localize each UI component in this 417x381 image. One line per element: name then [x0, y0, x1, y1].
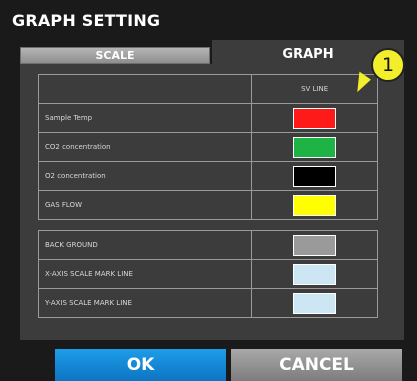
- row-label-background: BACK GROUND: [37, 230, 253, 260]
- color-swatch-background[interactable]: [293, 234, 337, 256]
- color-swatch-sample-temp[interactable]: [293, 107, 337, 129]
- graph-setting-dialog: GRAPH SETTING SCALE GRAPH SV LINE Sample…: [0, 0, 417, 381]
- line-color-table: SV LINE Sample Temp CO2 concentration O2…: [37, 74, 378, 220]
- ok-button[interactable]: OK: [55, 349, 226, 381]
- dialog-title: GRAPH SETTING: [12, 11, 161, 30]
- color-swatch-x-axis-scale-mark-line[interactable]: [293, 263, 337, 285]
- table-row: CO2 concentration: [37, 132, 378, 162]
- table-row: Sample Temp: [37, 103, 378, 133]
- table-row: O2 concentration: [37, 161, 378, 191]
- table-row: Y-AXIS SCALE MARK LINE: [37, 288, 378, 318]
- color-swatch-y-axis-scale-mark-line[interactable]: [293, 292, 337, 314]
- callout-marker: 1: [371, 48, 405, 82]
- tab-scale[interactable]: SCALE: [20, 47, 210, 64]
- color-swatch-o2-concentration[interactable]: [293, 165, 337, 187]
- table-header-row: SV LINE: [37, 74, 378, 104]
- table-row: BACK GROUND: [37, 230, 378, 260]
- color-swatch-gas-flow[interactable]: [293, 194, 337, 216]
- table-row: GAS FLOW: [37, 190, 378, 220]
- row-label-x-axis-scale-mark-line: X-AXIS SCALE MARK LINE: [37, 259, 253, 289]
- row-label-o2-concentration: O2 concentration: [37, 161, 253, 191]
- header-empty-cell: [37, 74, 253, 104]
- table-row: X-AXIS SCALE MARK LINE: [37, 259, 378, 289]
- cancel-button[interactable]: CANCEL: [231, 349, 402, 381]
- row-label-co2-concentration: CO2 concentration: [37, 132, 253, 162]
- background-color-table: BACK GROUND X-AXIS SCALE MARK LINE Y-AXI…: [37, 230, 378, 318]
- row-label-gas-flow: GAS FLOW: [37, 190, 253, 220]
- color-swatch-co2-concentration[interactable]: [293, 136, 337, 158]
- row-label-sample-temp: Sample Temp: [37, 103, 253, 133]
- row-label-y-axis-scale-mark-line: Y-AXIS SCALE MARK LINE: [37, 288, 253, 318]
